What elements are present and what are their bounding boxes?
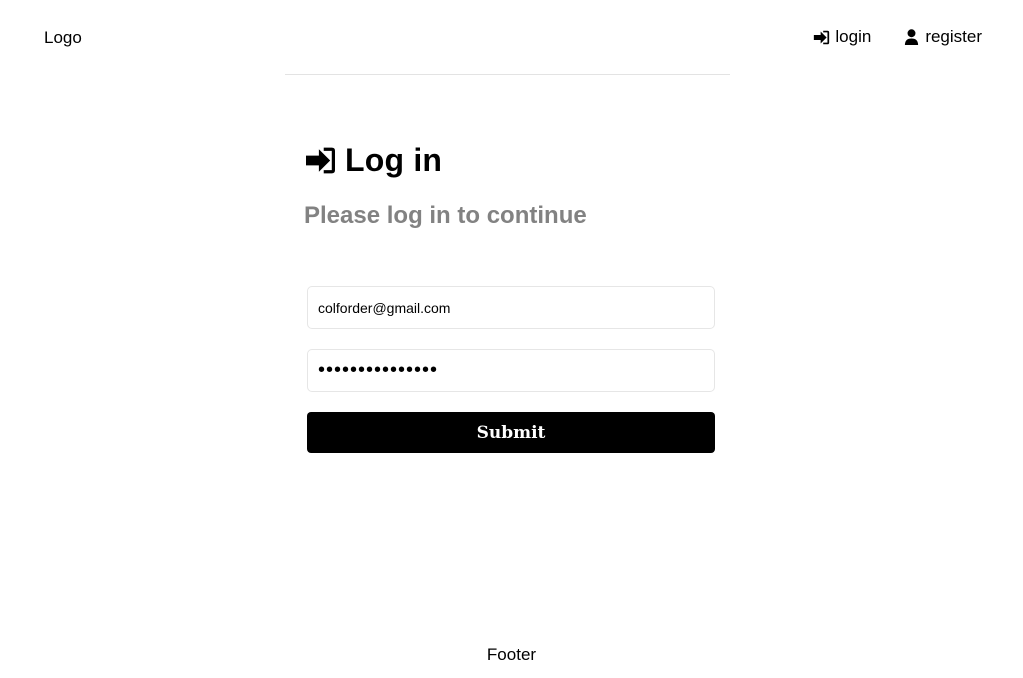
page-subtitle: Please log in to continue [304,202,587,229]
login-form: Submit [307,286,715,453]
page-title: Log in [345,142,443,178]
logo[interactable]: Logo [44,27,82,49]
email-field[interactable] [307,286,715,329]
header: Logo login register [0,0,1023,75]
header-divider [285,74,730,75]
nav-register-link[interactable]: register [903,26,982,48]
user-icon [903,28,920,46]
sign-in-icon [813,29,830,46]
nav-login-label: login [835,27,872,46]
password-field[interactable] [307,349,715,392]
sign-in-icon [304,146,337,175]
nav-register-label: register [925,27,982,46]
submit-button[interactable]: Submit [307,412,715,453]
top-nav: login register [813,26,982,48]
nav-login-link[interactable]: login [813,26,871,48]
page-heading: Log in [304,140,442,180]
footer: Footer [486,645,537,664]
